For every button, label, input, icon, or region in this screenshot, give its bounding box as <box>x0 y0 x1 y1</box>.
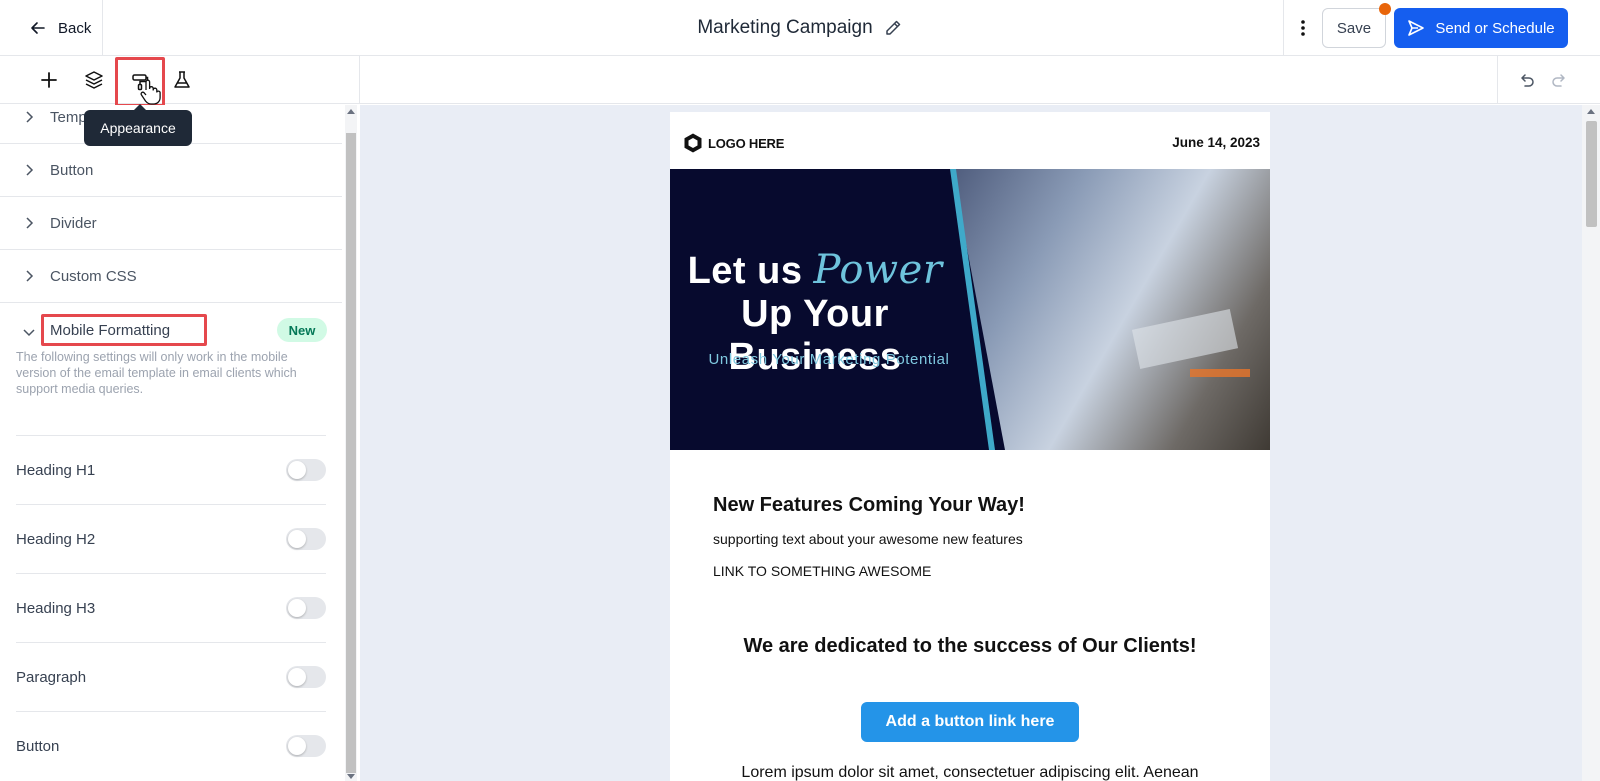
send-icon <box>1408 20 1425 36</box>
setting-heading-h2: Heading H2 <box>16 504 326 573</box>
accordion-label: Custom CSS <box>50 267 137 285</box>
setting-heading-h3: Heading H3 <box>16 573 326 642</box>
hero-subtitle: Unleash Your Marketing Potential <box>708 351 950 368</box>
features-title: New Features Coming Your Way! <box>713 494 1025 516</box>
chevron-right-icon <box>26 217 34 229</box>
chevron-down-icon <box>23 329 35 337</box>
hero-accent-text: Power <box>813 247 943 293</box>
top-bar: Back Marketing Campaign Save Send or Sch… <box>0 0 1600 56</box>
logo: LOGO HERE <box>682 132 784 154</box>
more-vertical-icon <box>1301 20 1305 36</box>
campaign-title[interactable]: Marketing Campaign <box>697 17 872 39</box>
features-block: New Features Coming Your Way! supporting… <box>713 494 1233 579</box>
setting-label: Heading H3 <box>16 599 96 617</box>
save-button[interactable]: Save <box>1322 3 1391 48</box>
email-canvas: LOGO HERE June 14, 2023 Let us Power Up … <box>360 105 1582 781</box>
new-badge: New <box>277 318 327 342</box>
accordion-divider[interactable]: Divider <box>0 197 342 250</box>
button-toggle[interactable] <box>286 735 326 757</box>
more-options-button[interactable] <box>1284 0 1322 56</box>
setting-paragraph: Paragraph <box>16 642 326 711</box>
email-preview[interactable]: LOGO HERE June 14, 2023 Let us Power Up … <box>670 112 1270 781</box>
cta-button[interactable]: Add a button link here <box>861 702 1079 742</box>
chevron-right-icon <box>26 164 34 176</box>
chevron-right-icon <box>26 111 34 123</box>
send-label: Send or Schedule <box>1435 19 1555 37</box>
editor-toolbar <box>0 56 1600 107</box>
settings-panel: Temp Button Divider Custom CSS Mobile Fo… <box>0 105 342 781</box>
mobile-formatting-label: Mobile Formatting <box>50 322 171 339</box>
flask-icon <box>174 71 190 88</box>
chevron-right-icon <box>26 270 34 282</box>
dedicated-heading: We are dedicated to the success of Our C… <box>743 635 1197 657</box>
setting-heading-h1: Heading H1 <box>16 435 326 504</box>
notification-dot <box>1379 3 1391 15</box>
accordion-custom-css[interactable]: Custom CSS <box>0 250 342 303</box>
accordion-label: Divider <box>50 214 97 232</box>
setting-label: Heading H2 <box>16 530 96 548</box>
features-link[interactable]: LINK TO SOMETHING AWESOME <box>713 563 1233 579</box>
layers-button[interactable] <box>78 64 110 96</box>
accordion-label: Button <box>50 161 94 179</box>
lorem-paragraph: Lorem ipsum dolor sit amet, consectetuer… <box>741 764 1199 781</box>
hero-line1-text: Let us <box>687 250 803 292</box>
features-text: supporting text about your awesome new f… <box>713 531 1023 547</box>
add-block-button[interactable] <box>33 64 65 96</box>
appearance-tooltip: Appearance <box>84 104 192 146</box>
arrow-left-icon <box>31 22 45 34</box>
scrollbar-thumb[interactable] <box>1586 121 1597 227</box>
save-label: Save <box>1336 19 1372 37</box>
logo-hexagon-icon <box>684 133 702 153</box>
back-button[interactable]: Back <box>0 0 103 56</box>
tool-group <box>0 56 360 107</box>
back-label: Back <box>58 19 92 37</box>
edit-pencil-icon[interactable] <box>883 18 903 38</box>
setting-label: Button <box>16 737 60 755</box>
accordion-mobile-formatting[interactable]: Mobile Formatting New <box>0 311 342 351</box>
plus-icon <box>41 72 57 88</box>
hand-cursor-icon <box>140 79 161 105</box>
setting-button: Button <box>16 711 326 780</box>
logo-text: LOGO HERE <box>708 135 785 151</box>
hero-heading-line1: Let us Power <box>670 247 960 293</box>
heading-h2-toggle[interactable] <box>286 528 326 550</box>
accordion-button[interactable]: Button <box>0 144 342 197</box>
redo-icon[interactable] <box>1550 71 1568 89</box>
panel-scrollbar[interactable] <box>345 105 357 781</box>
setting-label: Heading H1 <box>16 461 96 479</box>
email-header: LOGO HERE June 14, 2023 <box>670 112 1270 169</box>
scrollbar-thumb[interactable] <box>346 133 356 773</box>
heading-h3-toggle[interactable] <box>286 597 326 619</box>
email-date: June 14, 2023 <box>1172 135 1260 150</box>
paragraph-toggle[interactable] <box>286 666 326 688</box>
send-or-schedule-button[interactable]: Send or Schedule <box>1394 8 1568 48</box>
canvas-scrollbar[interactable] <box>1582 105 1600 781</box>
undo-icon[interactable] <box>1518 71 1536 89</box>
heading-h1-toggle[interactable] <box>286 459 326 481</box>
history-controls <box>1497 56 1568 104</box>
accordion-label: Temp <box>50 108 87 126</box>
hero-banner: Let us Power Up Your Business Unleash Yo… <box>670 169 1270 450</box>
mobile-formatting-description: The following settings will only work in… <box>16 350 297 396</box>
setting-label: Paragraph <box>16 668 87 686</box>
test-button[interactable] <box>166 64 198 96</box>
scroll-down-arrow[interactable] <box>347 774 355 779</box>
layers-icon <box>85 71 103 89</box>
scroll-up-arrow[interactable] <box>347 109 355 114</box>
scroll-up-arrow[interactable] <box>1587 109 1595 114</box>
